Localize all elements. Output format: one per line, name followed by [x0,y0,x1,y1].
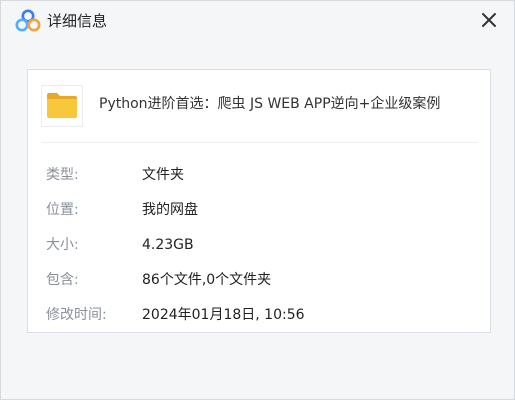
detail-label: 包含: [46,272,79,288]
detail-row-size: 大小: 4.23GB [28,234,490,256]
detail-row-modified-time: 修改时间: 2024年01月18日, 10:56 [28,304,490,326]
detail-label: 位置: [46,202,79,218]
detail-value: 文件夹 [142,167,184,183]
detail-value: 2024年01月18日, 10:56 [142,307,305,323]
folder-icon [41,85,83,127]
detail-row-type: 类型: 文件夹 [28,164,490,186]
divider [42,142,478,143]
baidu-netdisk-cloud-icon [15,9,41,33]
detail-row-location: 位置: 我的网盘 [28,199,490,221]
detail-label: 大小: [46,237,79,253]
title-bar[interactable]: 详细信息 [1,1,514,41]
detail-label: 修改时间: [46,307,107,323]
file-name: Python进阶首选：爬虫 JS WEB APP逆向+企业级案例 [99,96,441,112]
details-dialog: 详细信息 Python进阶首选：爬虫 JS WEB APP逆向+企业级案例 类型… [0,0,515,400]
detail-value: 4.23GB [142,237,194,253]
dialog-title: 详细信息 [47,12,108,30]
detail-row-contains: 包含: 86个文件,0个文件夹 [28,269,490,291]
file-header: Python进阶首选：爬虫 JS WEB APP逆向+企业级案例 [28,70,490,142]
details-panel: Python进阶首选：爬虫 JS WEB APP逆向+企业级案例 类型: 文件夹… [27,69,491,333]
detail-value: 86个文件,0个文件夹 [142,272,272,288]
detail-value: 我的网盘 [142,202,198,218]
close-icon[interactable] [478,9,500,31]
detail-label: 类型: [46,167,79,183]
